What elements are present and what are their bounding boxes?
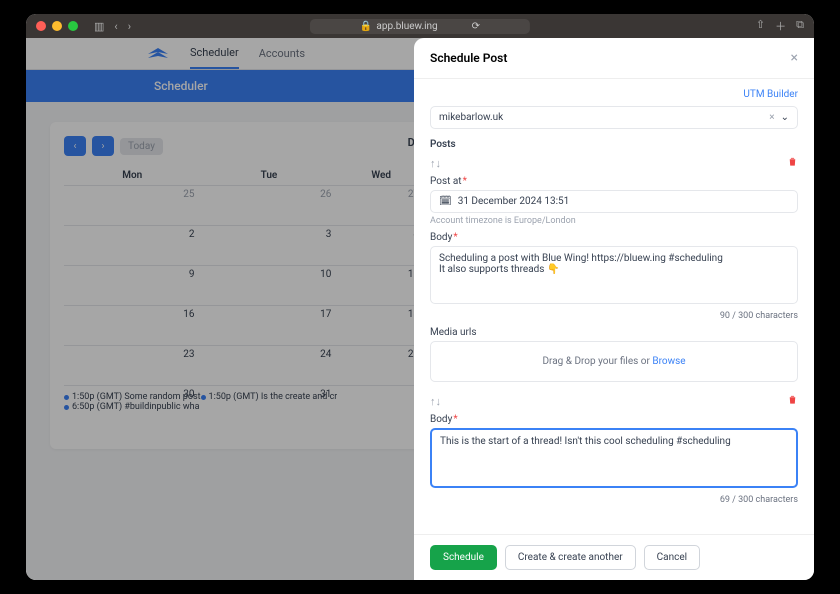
schedule-button[interactable]: Schedule [430,545,497,570]
body-textarea-2[interactable] [430,428,798,488]
clear-account-icon[interactable]: × [769,112,774,123]
create-another-button[interactable]: Create & create another [505,545,636,570]
delete-post-icon-2[interactable] [787,394,798,408]
sort-icon[interactable]: ↑↓ [430,157,441,170]
window-close-icon[interactable] [36,21,46,31]
window-minimize-icon[interactable] [52,21,62,31]
utm-builder-link[interactable]: UTM Builder [430,89,798,100]
new-tab-icon[interactable]: ＋ [775,18,786,34]
body-label-2: Body [430,414,798,425]
browser-window: ▥ ‹ › 🔒 app.bluew.ing ⟳ ⇧ ＋ ⧉ Scheduler … [26,14,814,580]
refresh-icon[interactable]: ⟳ [472,21,480,32]
window-maximize-icon[interactable] [68,21,78,31]
browse-link[interactable]: Browse [652,356,685,367]
sidebar-icon[interactable]: ▥ [94,20,104,33]
chevron-down-icon[interactable]: ⌄ [781,112,789,123]
dropzone-text: Drag & Drop your files or [542,356,652,367]
posts-label: Posts [430,139,798,150]
schedule-post-panel: Schedule Post × UTM Builder mikebarlow.u… [414,38,814,580]
postat-input[interactable]: 🗓 31 December 2024 13:51 [430,190,798,213]
timezone-note: Account timezone is Europe/London [430,216,798,226]
cancel-button[interactable]: Cancel [644,545,700,570]
forward-icon[interactable]: › [128,20,131,33]
titlebar: ▥ ‹ › 🔒 app.bluew.ing ⟳ ⇧ ＋ ⧉ [26,14,814,38]
url-text: app.bluew.ing [376,21,437,32]
calendar-icon: 🗓 [439,196,452,207]
char-counter-1: 90 / 300 characters [430,311,798,321]
app-viewport: Scheduler Accounts Scheduler Dece ‹ › To… [26,38,814,580]
delete-post-icon[interactable] [787,156,798,170]
back-icon[interactable]: ‹ [114,20,117,33]
postat-label: Post at [430,176,798,187]
share-icon[interactable]: ⇧ [756,18,765,34]
body-textarea-1[interactable] [430,246,798,304]
account-name: mikebarlow.uk [439,112,503,123]
postat-value: 31 December 2024 13:51 [458,196,570,207]
sort-icon-2[interactable]: ↑↓ [430,395,441,408]
panel-title: Schedule Post [430,51,507,65]
account-select[interactable]: mikebarlow.uk × ⌄ [430,106,798,129]
media-dropzone[interactable]: Drag & Drop your files or Browse [430,341,798,382]
url-bar[interactable]: 🔒 app.bluew.ing ⟳ [310,19,530,34]
body-label-1: Body [430,232,798,243]
media-label: Media urls [430,327,798,338]
close-icon[interactable]: × [791,50,798,66]
lock-icon: 🔒 [360,21,372,32]
tabs-icon[interactable]: ⧉ [796,18,804,34]
char-counter-2: 69 / 300 characters [430,495,798,505]
